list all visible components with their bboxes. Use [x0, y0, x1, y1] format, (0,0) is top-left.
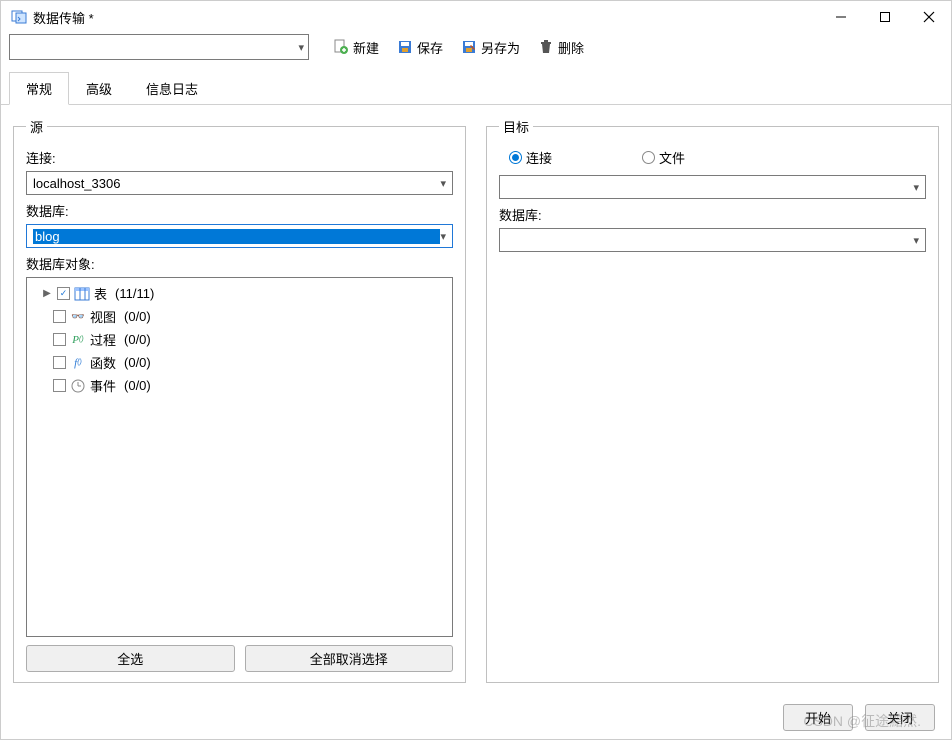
table-icon: [74, 286, 90, 302]
tree-item-funcs[interactable]: f() 函数 (0/0): [31, 351, 448, 374]
view-icon: 👓: [70, 309, 86, 325]
tree-item-views[interactable]: 👓 视图 (0/0): [31, 305, 448, 328]
radio-file[interactable]: 文件: [642, 148, 685, 167]
window-title: 数据传输 *: [33, 8, 833, 27]
tree-count: (11/11): [115, 286, 154, 301]
checkbox[interactable]: [53, 310, 66, 323]
titlebar: 数据传输 *: [1, 1, 951, 33]
chevron-down-icon: ▾: [913, 234, 919, 247]
tree-count: (0/0): [124, 378, 151, 393]
save-button[interactable]: 保存: [391, 36, 449, 59]
save-as-icon: [461, 39, 477, 55]
source-database-value: blog: [33, 229, 440, 244]
source-legend: 源: [26, 117, 47, 136]
tab-advanced[interactable]: 高级: [69, 72, 129, 105]
radio-icon: [642, 151, 655, 164]
target-database-combo[interactable]: ▾: [499, 228, 926, 252]
new-icon: [333, 39, 349, 55]
checkbox[interactable]: [53, 356, 66, 369]
chevron-down-icon: ▾: [298, 41, 304, 54]
tab-bar: 常规 高级 信息日志: [1, 71, 951, 105]
app-icon: [11, 9, 27, 25]
radio-connection-label: 连接: [526, 148, 552, 167]
tree-label: 过程: [90, 330, 116, 349]
new-label: 新建: [353, 38, 379, 57]
radio-connection[interactable]: 连接: [509, 148, 552, 167]
target-group: 目标 连接 文件 ▾ 数据库: ▾: [486, 117, 939, 683]
trash-icon: [538, 39, 554, 55]
minimize-button[interactable]: [833, 9, 849, 25]
content: 源 连接: localhost_3306 ▾ 数据库: blog ▾ 数据库对象…: [1, 105, 951, 695]
chevron-down-icon: ▾: [913, 181, 919, 194]
source-database-label: 数据库:: [26, 201, 453, 220]
source-group: 源 连接: localhost_3306 ▾ 数据库: blog ▾ 数据库对象…: [13, 117, 466, 683]
tree-label: 视图: [90, 307, 116, 326]
tree-item-procs[interactable]: P() 过程 (0/0): [31, 328, 448, 351]
checkbox[interactable]: [53, 333, 66, 346]
expand-icon[interactable]: ▶: [41, 288, 53, 299]
source-connection-combo[interactable]: localhost_3306 ▾: [26, 171, 453, 195]
source-objects-label: 数据库对象:: [26, 254, 453, 273]
source-connection-value: localhost_3306: [33, 176, 440, 191]
delete-button[interactable]: 删除: [532, 36, 590, 59]
tab-log[interactable]: 信息日志: [129, 72, 215, 105]
tree-item-events[interactable]: 事件 (0/0): [31, 374, 448, 397]
toolbar: ▾ 新建 保存 另存为 删除: [1, 33, 951, 67]
delete-label: 删除: [558, 38, 584, 57]
radio-icon: [509, 151, 522, 164]
tree-count: (0/0): [124, 309, 151, 324]
target-mode: 连接 文件: [499, 146, 926, 175]
footer: 开始 关闭 CSDN @征途黯然.: [1, 695, 951, 739]
procedure-icon: P(): [70, 332, 86, 348]
tree-label: 表: [94, 284, 107, 303]
save-as-button[interactable]: 另存为: [455, 36, 526, 59]
chevron-down-icon: ▾: [440, 230, 446, 243]
tree-label: 函数: [90, 353, 116, 372]
close-dialog-button[interactable]: 关闭: [865, 704, 935, 731]
source-connection-label: 连接:: [26, 148, 453, 167]
close-button[interactable]: [921, 9, 937, 25]
selection-buttons: 全选 全部取消选择: [26, 645, 453, 672]
deselect-all-button[interactable]: 全部取消选择: [245, 645, 454, 672]
save-label: 保存: [417, 38, 443, 57]
profile-combo[interactable]: ▾: [9, 34, 309, 60]
tab-general[interactable]: 常规: [9, 72, 69, 105]
tree-item-tables[interactable]: ▶ ✓ 表 (11/11): [31, 282, 448, 305]
event-icon: [70, 378, 86, 394]
chevron-down-icon: ▾: [440, 177, 446, 190]
new-button[interactable]: 新建: [327, 36, 385, 59]
save-icon: [397, 39, 413, 55]
checkbox[interactable]: [53, 379, 66, 392]
target-legend: 目标: [499, 117, 533, 136]
source-database-combo[interactable]: blog ▾: [26, 224, 453, 248]
window: 数据传输 * ▾ 新建 保存: [0, 0, 952, 740]
checkbox[interactable]: ✓: [57, 287, 70, 300]
tree-label: 事件: [90, 376, 116, 395]
start-button[interactable]: 开始: [783, 704, 853, 731]
target-database-label: 数据库:: [499, 205, 926, 224]
window-controls: [833, 9, 941, 25]
save-as-label: 另存为: [481, 38, 520, 57]
object-tree[interactable]: ▶ ✓ 表 (11/11) 👓 视图 (0/0) P(): [26, 277, 453, 637]
tree-count: (0/0): [124, 332, 151, 347]
select-all-button[interactable]: 全选: [26, 645, 235, 672]
tree-count: (0/0): [124, 355, 151, 370]
function-icon: f(): [70, 355, 86, 371]
radio-file-label: 文件: [659, 148, 685, 167]
target-connection-combo[interactable]: ▾: [499, 175, 926, 199]
maximize-button[interactable]: [877, 9, 893, 25]
